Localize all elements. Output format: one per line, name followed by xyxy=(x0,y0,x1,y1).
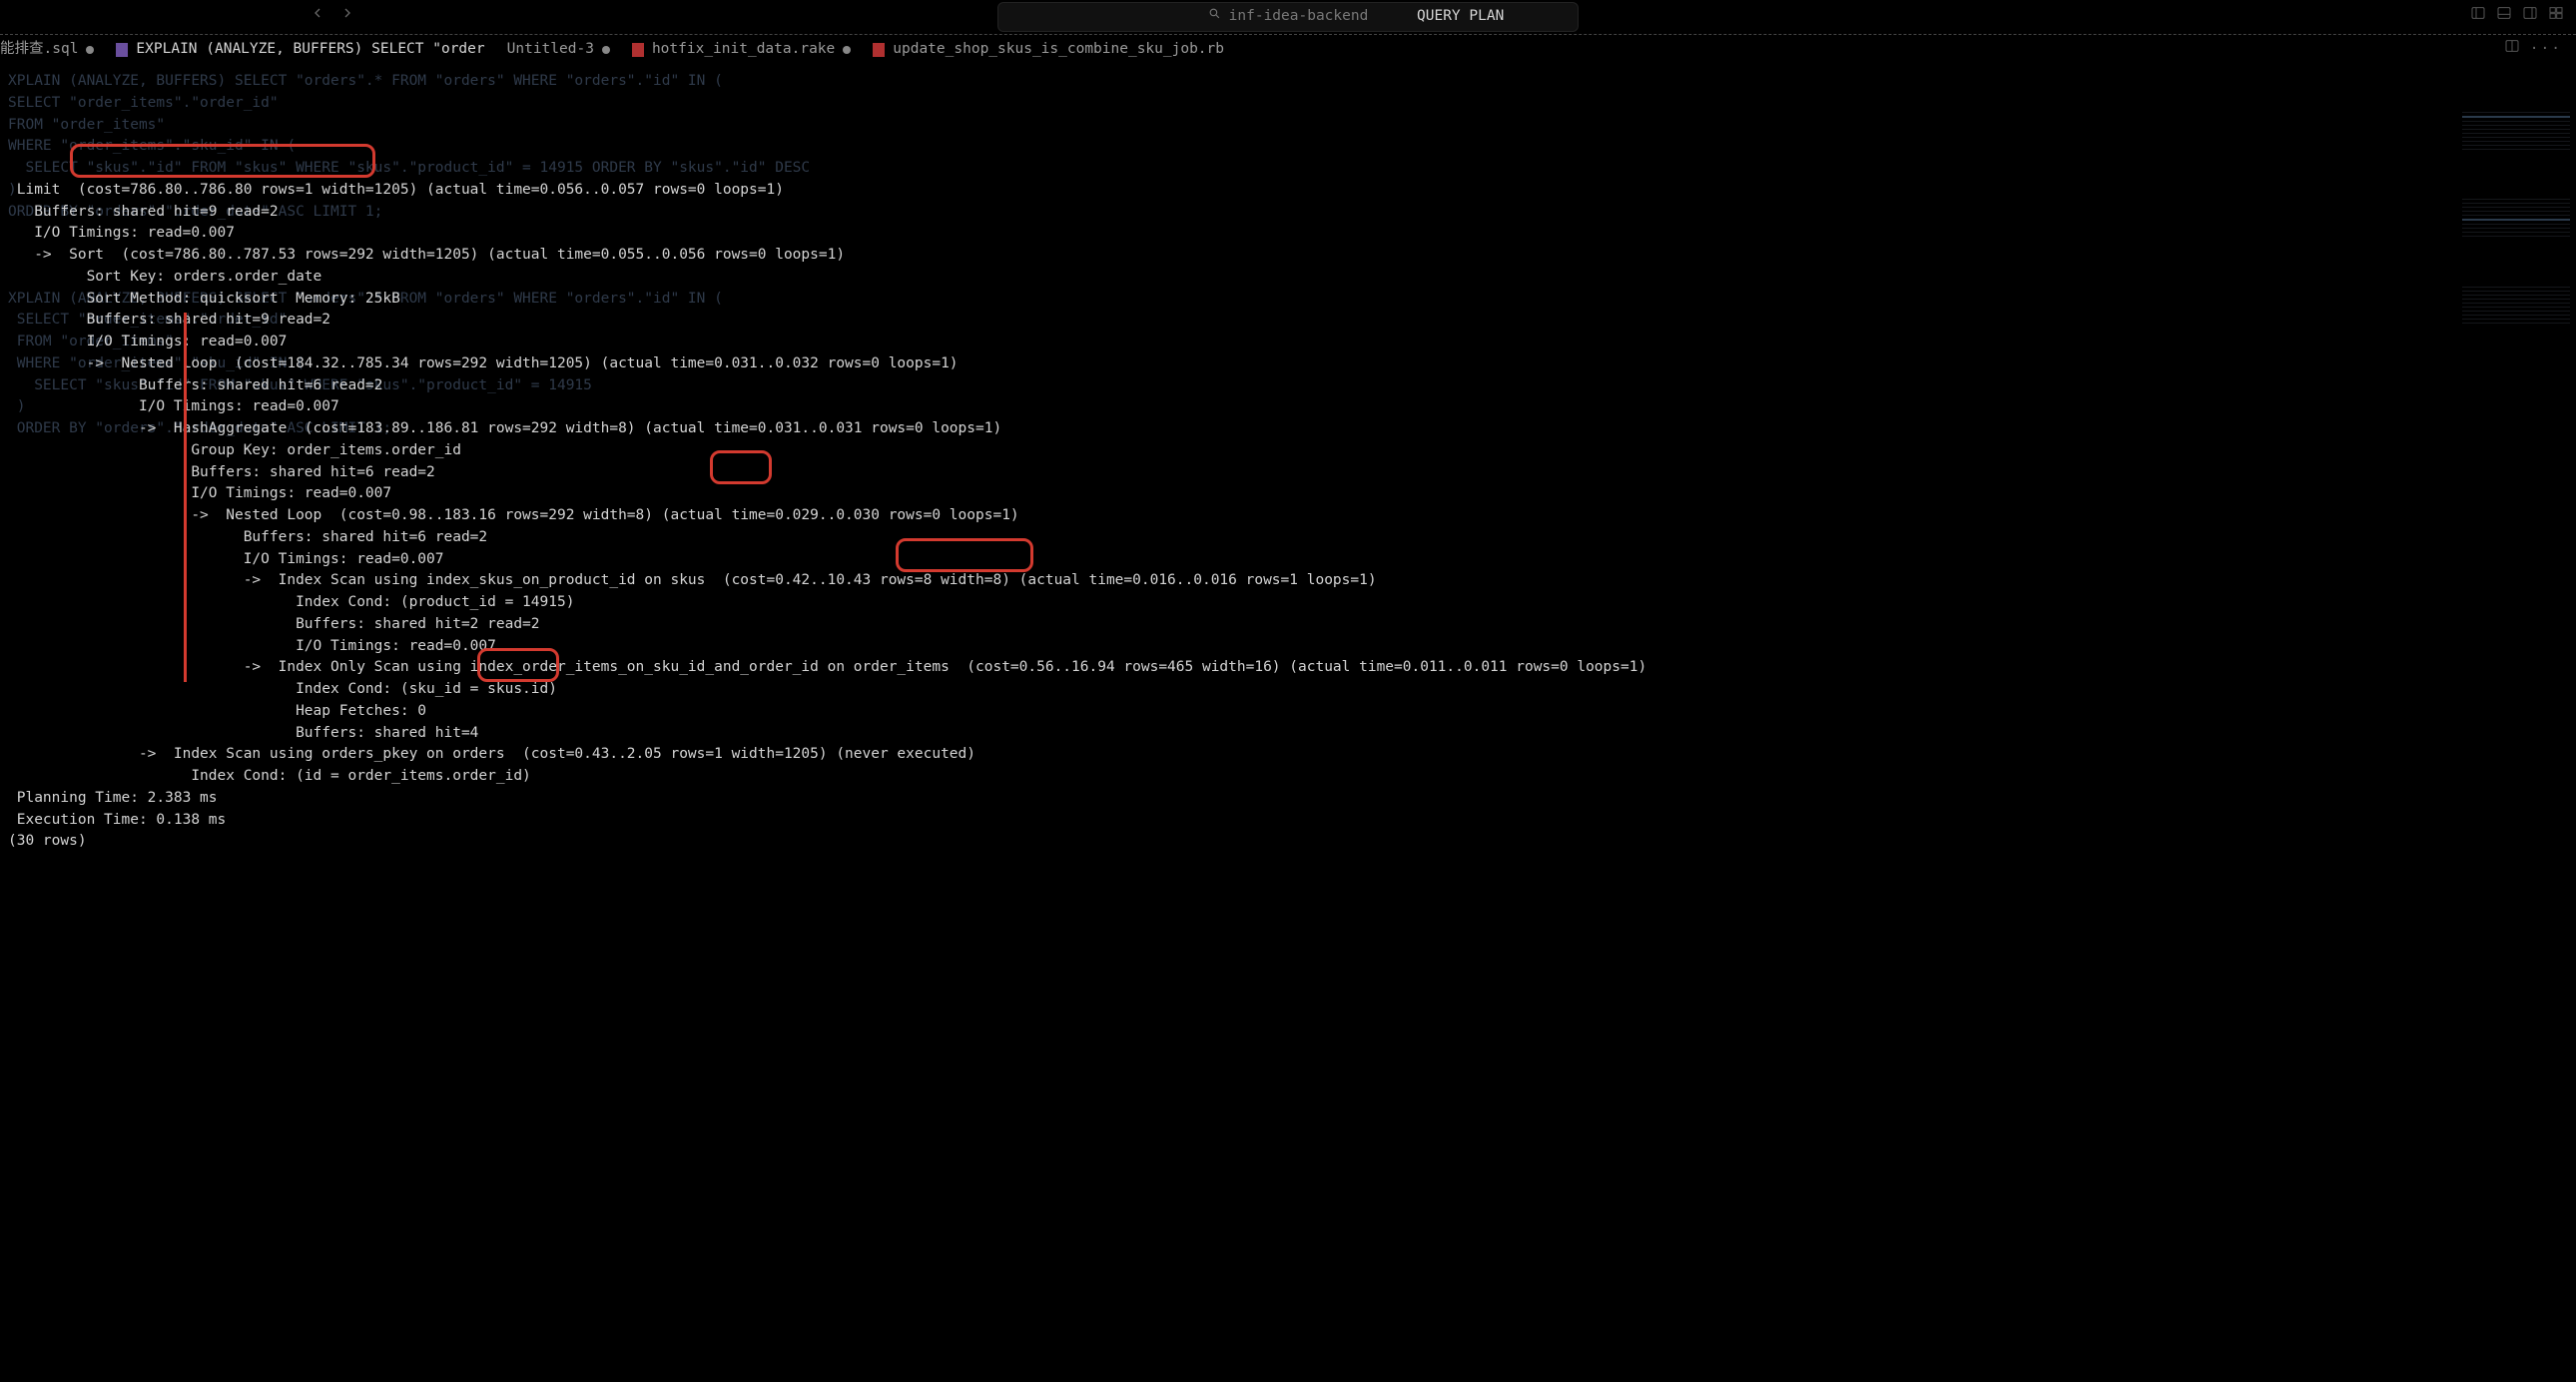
customize-layout-icon[interactable] xyxy=(2548,5,2564,29)
tab-3[interactable]: hotfix_init_data.rake xyxy=(632,39,851,61)
plan-line: I/O Timings: read=0.007 xyxy=(8,396,2576,418)
plan-line: -> Nested Loop (cost=0.98..183.16 rows=2… xyxy=(8,505,2576,527)
plan-line: Buffers: shared hit=6 read=2 xyxy=(8,375,2576,397)
titlebar: inf-idea-backend QUERY PLAN xyxy=(0,0,2576,34)
plan-line: I/O Timings: read=0.007 xyxy=(8,483,2576,505)
plan-line: Planning Time: 2.383 ms xyxy=(8,788,2576,810)
plan-line: Buffers: shared hit=9 read=2 xyxy=(8,202,2576,224)
plan-line: Sort Key: orders.order_date xyxy=(8,267,2576,289)
dirty-indicator-icon xyxy=(843,46,851,54)
toggle-primary-sidebar-icon[interactable] xyxy=(2470,5,2486,29)
plan-line: Buffers: shared hit=6 read=2 xyxy=(8,527,2576,549)
plan-line: -> HashAggregate (cost=183.89..186.81 ro… xyxy=(8,418,2576,440)
tab-label: update_shop_skus_is_combine_sku_job.rb xyxy=(893,39,1224,61)
tab-label: 能排查.sql xyxy=(0,39,78,61)
plan-line: Index Cond: (sku_id = skus.id) xyxy=(8,679,2576,701)
nav-controls xyxy=(310,5,355,29)
toggle-secondary-sidebar-icon[interactable] xyxy=(2522,5,2538,29)
toggle-panel-icon[interactable] xyxy=(2496,5,2512,29)
plan-line: I/O Timings: read=0.007 xyxy=(8,636,2576,658)
plan-line: Buffers: shared hit=9 read=2 xyxy=(8,310,2576,332)
search-placeholder: inf-idea-backend xyxy=(1229,6,1369,28)
query-plan-output: Limit (cost=786.80..786.80 rows=1 width=… xyxy=(8,180,2576,853)
plan-line: Execution Time: 0.138 ms xyxy=(8,810,2576,832)
plan-line: Buffers: shared hit=4 xyxy=(8,723,2576,745)
plan-line: Index Cond: (id = order_items.order_id) xyxy=(8,766,2576,788)
plan-line: Buffers: shared hit=2 read=2 xyxy=(8,614,2576,636)
db-file-icon xyxy=(116,43,128,57)
tab-1[interactable]: EXPLAIN (ANALYZE, BUFFERS) SELECT "order xyxy=(116,39,484,61)
tab-label: EXPLAIN (ANALYZE, BUFFERS) SELECT "order xyxy=(136,39,484,61)
nav-forward-icon[interactable] xyxy=(339,5,355,29)
plan-line: I/O Timings: read=0.007 xyxy=(8,549,2576,571)
plan-line: I/O Timings: read=0.007 xyxy=(8,332,2576,353)
ruby-file-icon xyxy=(873,43,885,57)
plan-line: -> Index Scan using index_skus_on_produc… xyxy=(8,570,2576,592)
tab-2[interactable]: Untitled-3 xyxy=(507,39,610,61)
tab-label: hotfix_init_data.rake xyxy=(652,39,835,61)
annotation-box-sort-key xyxy=(70,144,375,178)
plan-line: -> Sort (cost=786.80..787.53 rows=292 wi… xyxy=(8,245,2576,267)
editor[interactable]: XPLAIN (ANALYZE, BUFFERS) SELECT "orders… xyxy=(0,65,2576,1091)
plan-line: -> Index Scan using orders_pkey on order… xyxy=(8,744,2576,766)
ruby-file-icon xyxy=(632,43,644,57)
tab-0[interactable]: 能排查.sql xyxy=(0,39,94,61)
plan-line: I/O Timings: read=0.007 xyxy=(8,223,2576,245)
plan-line: Sort Method: quicksort Memory: 25kB xyxy=(8,289,2576,311)
plan-line: Limit (cost=786.80..786.80 rows=1 width=… xyxy=(8,180,2576,202)
layout-controls xyxy=(2470,5,2564,29)
minimap[interactable] xyxy=(2456,65,2576,1091)
split-editor-icon[interactable] xyxy=(2504,38,2520,62)
plan-line: -> Index Only Scan using index_order_ite… xyxy=(8,657,2576,679)
plan-line: Index Cond: (product_id = 14915) xyxy=(8,592,2576,614)
plan-line: Group Key: order_items.order_id xyxy=(8,440,2576,462)
search-icon xyxy=(1208,6,1221,28)
tab-label: Untitled-3 xyxy=(507,39,594,61)
dirty-indicator-icon xyxy=(602,46,610,54)
more-actions-icon[interactable]: ··· xyxy=(2530,39,2562,61)
plan-line: Heap Fetches: 0 xyxy=(8,701,2576,723)
plan-line: (30 rows) xyxy=(8,831,2576,853)
plan-line: Buffers: shared hit=6 read=2 xyxy=(8,462,2576,484)
dirty-indicator-icon xyxy=(86,46,94,54)
nav-back-icon[interactable] xyxy=(310,5,325,29)
tabbar: 能排查.sql EXPLAIN (ANALYZE, BUFFERS) SELEC… xyxy=(0,34,2576,65)
tab-4[interactable]: update_shop_skus_is_combine_sku_job.rb xyxy=(873,39,1224,61)
plan-line: -> Nested Loop (cost=184.32..785.34 rows… xyxy=(8,353,2576,375)
header-label: QUERY PLAN xyxy=(1417,6,1504,28)
